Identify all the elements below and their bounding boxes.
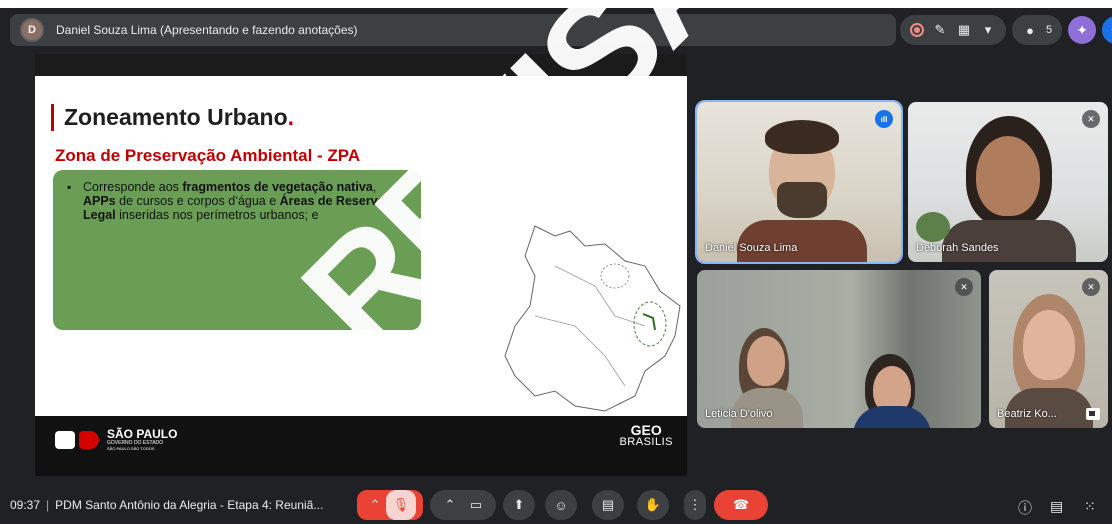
info-icon[interactable]: ⓘ bbox=[1018, 498, 1032, 518]
layout-icon[interactable]: ▦ bbox=[956, 22, 972, 38]
slide-subtitle: Zona de Preservação Ambiental - ZPA bbox=[55, 146, 361, 165]
effects-button[interactable]: ✦ bbox=[1068, 16, 1097, 44]
meeting-title: PDM Santo Antônio da Alegria - Etapa 4: … bbox=[55, 498, 324, 512]
top-controls: ✎ ▦ ▾ ● 5 ✦ ✧ bbox=[900, 14, 1112, 46]
speaking-indicator-icon: ıll bbox=[875, 110, 893, 128]
recording-icon[interactable] bbox=[910, 23, 924, 37]
people-icon: ● bbox=[1026, 22, 1034, 38]
camera-options-chevron-icon[interactable]: ⌃ bbox=[437, 497, 463, 513]
mic-off-icon: ✕ bbox=[955, 278, 973, 296]
annotate-icon[interactable]: ✎ bbox=[932, 22, 948, 38]
municipality-map bbox=[504, 225, 681, 412]
leave-call-button[interactable]: ☎ bbox=[714, 490, 768, 520]
hang-up-icon: ☎ bbox=[732, 497, 750, 512]
clock-time: 09:37 bbox=[10, 498, 41, 512]
gemini-button[interactable]: ✧ bbox=[1102, 16, 1112, 44]
participant-tile-deborah[interactable]: ✕ Deborah Sandes bbox=[908, 102, 1108, 262]
meeting-info: 09:37 | PDM Santo Antônio da Alegria - Eta… bbox=[10, 498, 324, 512]
mic-off-icon: ✕ bbox=[1082, 110, 1100, 128]
picture-in-picture-icon[interactable] bbox=[1086, 408, 1100, 420]
chat-icon[interactable]: ▤ bbox=[1050, 498, 1063, 515]
raise-hand-button[interactable]: ✋ bbox=[637, 490, 669, 520]
recording-tools-group: ✎ ▦ ▾ bbox=[900, 15, 1006, 45]
participant-name: Deborah Sandes bbox=[916, 242, 999, 254]
participants-count: 5 bbox=[1046, 24, 1053, 36]
magic-pen-icon: ✦ bbox=[1076, 21, 1088, 38]
slide-footer: SÃO PAULO GOVERNO DO ESTADO SÃO PAULO SÃ… bbox=[35, 416, 687, 476]
mic-control-group: ⌃ 🎙 bbox=[357, 490, 423, 520]
bullet-text: Corresponde aos fragmentos de vegetação … bbox=[83, 180, 385, 222]
present-screen-icon: ⬆ bbox=[513, 497, 525, 512]
slide-title: Zoneamento Urbano. bbox=[51, 104, 294, 131]
geobrasilis-logo: GEO BRASILIS bbox=[619, 422, 673, 448]
mic-off-button[interactable]: 🎙 bbox=[386, 490, 416, 520]
participant-tile-leticia[interactable]: ✕ Leticia D'olivo bbox=[697, 270, 981, 428]
emoji-icon: ☺ bbox=[554, 497, 568, 513]
slide-content-box: ▪ Corresponde aos fragmentos de vegetaçã… bbox=[53, 170, 421, 330]
reactions-button[interactable]: ☺ bbox=[545, 490, 577, 520]
mic-options-chevron-icon[interactable]: ⌃ bbox=[364, 497, 386, 513]
camera-control-group: ⌃ ▭ bbox=[430, 490, 496, 520]
captions-icon: ▤ bbox=[601, 497, 615, 512]
presenter-bar: D Daniel Souza Lima (Apresentando e faze… bbox=[10, 14, 896, 46]
participants-button[interactable]: ● 5 bbox=[1012, 15, 1063, 45]
top-strip bbox=[0, 0, 1112, 8]
participant-name: Leticia D'olivo bbox=[705, 408, 773, 420]
hand-icon: ✋ bbox=[644, 497, 662, 512]
bullet-icon: ▪ bbox=[67, 180, 72, 194]
captions-button[interactable]: ▤ bbox=[592, 490, 624, 520]
activities-icon[interactable]: ⁙ bbox=[1084, 498, 1096, 515]
mic-off-icon: ✕ bbox=[1082, 278, 1100, 296]
sao-paulo-logo: SÃO PAULO GOVERNO DO ESTADO SÃO PAULO SÃ… bbox=[55, 428, 177, 451]
presenter-avatar: D bbox=[20, 18, 44, 42]
chevron-down-icon[interactable]: ▾ bbox=[980, 22, 996, 38]
more-options-button[interactable]: ⋮ bbox=[684, 490, 706, 520]
present-button[interactable]: ⬆ bbox=[503, 490, 535, 520]
participant-tile-beatriz[interactable]: ✕ Beatriz Ko... bbox=[989, 270, 1108, 428]
more-vert-icon: ⋮ bbox=[688, 497, 702, 512]
participant-tile-daniel[interactable]: ıll Daniel Souza Lima bbox=[695, 100, 903, 264]
presenter-label: Daniel Souza Lima (Apresentando e fazend… bbox=[56, 23, 358, 37]
shared-slide: Zoneamento Urbano. Zona de Preservação A… bbox=[35, 76, 687, 416]
participant-name: Daniel Souza Lima bbox=[705, 242, 798, 254]
camera-button[interactable]: ▭ bbox=[463, 497, 489, 513]
bottom-control-bar: 09:37 | PDM Santo Antônio da Alegria - Eta… bbox=[0, 484, 1112, 524]
participant-name: Beatriz Ko... bbox=[997, 408, 1057, 420]
slide-top-area bbox=[35, 54, 687, 76]
